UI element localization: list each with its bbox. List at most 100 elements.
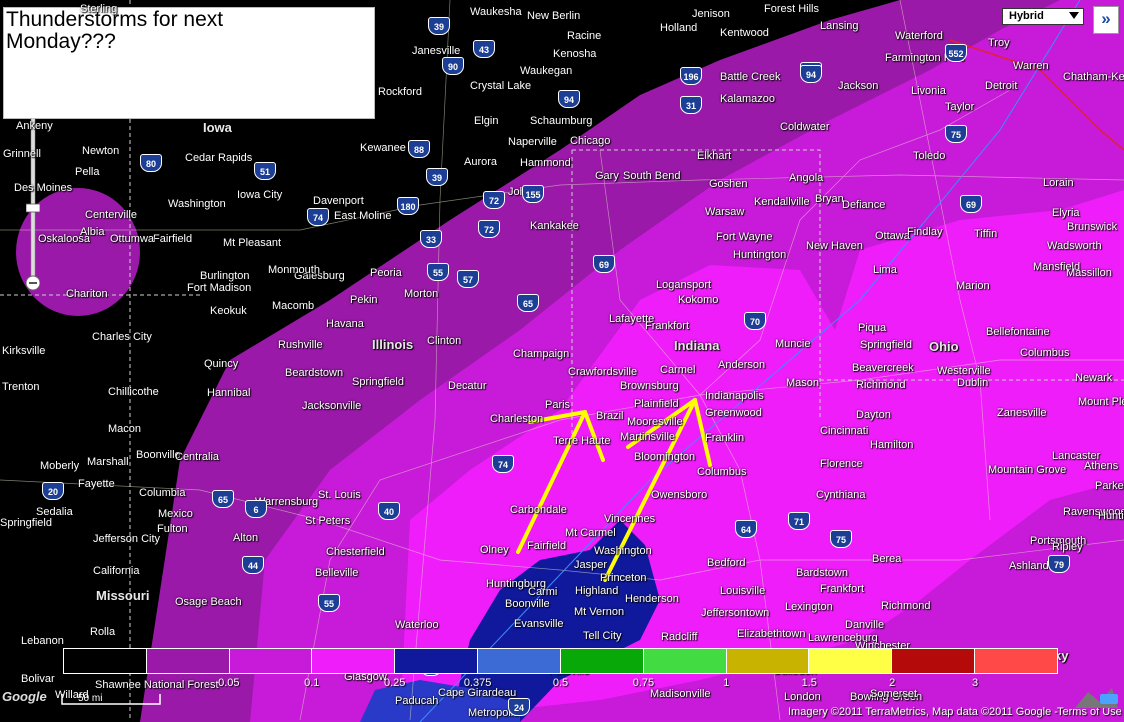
city-label-elgin[interactable]: Elgin [474, 115, 498, 127]
city-label-richmond[interactable]: Richmond [856, 379, 906, 391]
city-label-aurora[interactable]: Aurora [464, 156, 497, 168]
city-label-rolla[interactable]: Rolla [90, 626, 115, 638]
city-label-decatur[interactable]: Decatur [448, 380, 487, 392]
city-label-jacksonville[interactable]: Jacksonville [302, 400, 361, 412]
city-label-athens[interactable]: Athens [1084, 460, 1118, 472]
city-label-elkhart[interactable]: Elkhart [697, 150, 731, 162]
city-label-davenport[interactable]: Davenport [313, 195, 364, 207]
city-label-carbondale[interactable]: Carbondale [510, 504, 567, 516]
city-label-highland[interactable]: Highland [575, 585, 618, 597]
city-label-ankeny[interactable]: Ankeny [16, 120, 53, 132]
city-label-lexington[interactable]: Lexington [785, 601, 833, 613]
city-label-elyria[interactable]: Elyria [1052, 207, 1080, 219]
city-label-terre-haute[interactable]: Terre Haute [553, 435, 610, 447]
city-label-crawfordsville[interactable]: Crawfordsville [568, 366, 637, 378]
city-label-trenton[interactable]: Trenton [2, 381, 40, 393]
city-label-iowa-city[interactable]: Iowa City [237, 189, 282, 201]
city-label-mooresville[interactable]: Mooresville [627, 416, 683, 428]
city-label-madisonville[interactable]: Madisonville [650, 688, 711, 700]
city-label-chatham-kent[interactable]: Chatham-Kent [1063, 71, 1124, 83]
city-label-fairfield[interactable]: Fairfield [153, 233, 192, 245]
city-label-henderson[interactable]: Henderson [625, 593, 679, 605]
city-label-new-berlin[interactable]: New Berlin [527, 10, 580, 22]
city-label-muncie[interactable]: Muncie [775, 338, 810, 350]
city-label-washington[interactable]: Washington [168, 198, 226, 210]
city-label-belleville[interactable]: Belleville [315, 567, 358, 579]
city-label-gary[interactable]: Gary [595, 170, 619, 182]
city-label-havana[interactable]: Havana [326, 318, 364, 330]
city-label-ottawa[interactable]: Ottawa [875, 230, 910, 242]
city-label-paducah[interactable]: Paducah [395, 695, 438, 707]
city-label-hammond[interactable]: Hammond [520, 157, 571, 169]
city-label-ottumwa[interactable]: Ottumwa [110, 233, 154, 245]
city-label-berea[interactable]: Berea [872, 553, 901, 565]
city-label-kalamazoo[interactable]: Kalamazoo [720, 93, 775, 105]
city-label-indianapolis[interactable]: Indianapolis [705, 390, 764, 402]
city-label-goshen[interactable]: Goshen [709, 178, 748, 190]
city-label-martinsville[interactable]: Martinsville [620, 431, 675, 443]
zoom-slider[interactable] [26, 118, 40, 298]
city-label-brownsburg[interactable]: Brownsburg [620, 380, 679, 392]
city-label-cynthiana[interactable]: Cynthiana [816, 489, 866, 501]
city-label-grinnell[interactable]: Grinnell [3, 148, 41, 160]
city-label-mount-pleasant[interactable]: Mount Pleasant [1078, 396, 1124, 408]
city-label-jefferson-city[interactable]: Jefferson City [93, 533, 160, 545]
city-label-defiance[interactable]: Defiance [842, 199, 885, 211]
city-label-centralia[interactable]: Centralia [175, 451, 219, 463]
city-label-massillon[interactable]: Massillon [1066, 267, 1112, 279]
city-label-paris[interactable]: Paris [545, 399, 570, 411]
city-label-rockford[interactable]: Rockford [378, 86, 422, 98]
city-label-kenosha[interactable]: Kenosha [553, 48, 596, 60]
city-label-lorain[interactable]: Lorain [1043, 177, 1074, 189]
city-label-macomb[interactable]: Macomb [272, 300, 314, 312]
city-label-missouri[interactable]: Missouri [96, 588, 149, 603]
city-label-cedar-rapids[interactable]: Cedar Rapids [185, 152, 252, 164]
city-label-detroit[interactable]: Detroit [985, 80, 1017, 92]
city-label-centerville[interactable]: Centerville [85, 209, 137, 221]
city-label-clinton[interactable]: Clinton [427, 335, 461, 347]
city-label-radcliff[interactable]: Radcliff [661, 631, 697, 643]
city-label-warren[interactable]: Warren [1013, 60, 1049, 72]
city-label-springfield[interactable]: Springfield [0, 517, 52, 529]
city-label-washington[interactable]: Washington [594, 545, 652, 557]
city-label-newark[interactable]: Newark [1075, 372, 1112, 384]
city-label-elizabethtown[interactable]: Elizabethtown [737, 628, 806, 640]
city-label-vincennes[interactable]: Vincennes [604, 513, 655, 525]
city-label-morton[interactable]: Morton [404, 288, 438, 300]
city-label-chicago[interactable]: Chicago [570, 135, 610, 147]
city-label-st-louis[interactable]: St. Louis [318, 489, 361, 501]
city-label-indiana[interactable]: Indiana [674, 338, 720, 353]
city-label-springfield[interactable]: Springfield [352, 376, 404, 388]
city-label-evansville[interactable]: Evansville [514, 618, 564, 630]
city-label-jackson[interactable]: Jackson [838, 80, 878, 92]
city-label-warsaw[interactable]: Warsaw [705, 206, 744, 218]
annotation-note[interactable]: Thunderstorms for next Monday??? [3, 7, 375, 119]
city-label-bedford[interactable]: Bedford [707, 557, 746, 569]
city-label-naperville[interactable]: Naperville [508, 136, 557, 148]
city-label-frankfort[interactable]: Frankfort [820, 583, 864, 595]
city-label-mt-pleasant[interactable]: Mt Pleasant [223, 237, 281, 249]
city-label-california[interactable]: California [93, 565, 139, 577]
city-label-wadsworth[interactable]: Wadsworth [1047, 240, 1102, 252]
city-label-hamilton[interactable]: Hamilton [870, 439, 913, 451]
city-label-fairfield[interactable]: Fairfield [527, 540, 566, 552]
city-label-frankfort[interactable]: Frankfort [645, 320, 689, 332]
city-label-crystal-lake[interactable]: Crystal Lake [470, 80, 531, 92]
city-label-fort-madison[interactable]: Fort Madison [187, 282, 251, 294]
city-label-east-moline[interactable]: East Moline [334, 210, 391, 222]
city-label-beavercreek[interactable]: Beavercreek [852, 362, 914, 374]
city-label-kentwood[interactable]: Kentwood [720, 27, 769, 39]
city-label-dublin[interactable]: Dublin [957, 377, 988, 389]
city-label-jeffersontown[interactable]: Jeffersontown [701, 607, 769, 619]
city-label-kendallville[interactable]: Kendallville [754, 196, 810, 208]
city-label-livonia[interactable]: Livonia [911, 85, 946, 97]
city-label-waterford[interactable]: Waterford [895, 30, 943, 42]
city-label-sterling[interactable]: Sterling [80, 3, 117, 15]
city-label-kokomo[interactable]: Kokomo [678, 294, 718, 306]
city-label-janesville[interactable]: Janesville [412, 45, 460, 57]
city-label-columbia[interactable]: Columbia [139, 487, 185, 499]
city-label-ashland[interactable]: Ashland [1009, 560, 1049, 572]
city-label-greenwood[interactable]: Greenwood [705, 407, 762, 419]
city-label-marshall[interactable]: Marshall [87, 456, 129, 468]
city-label-pekin[interactable]: Pekin [350, 294, 378, 306]
